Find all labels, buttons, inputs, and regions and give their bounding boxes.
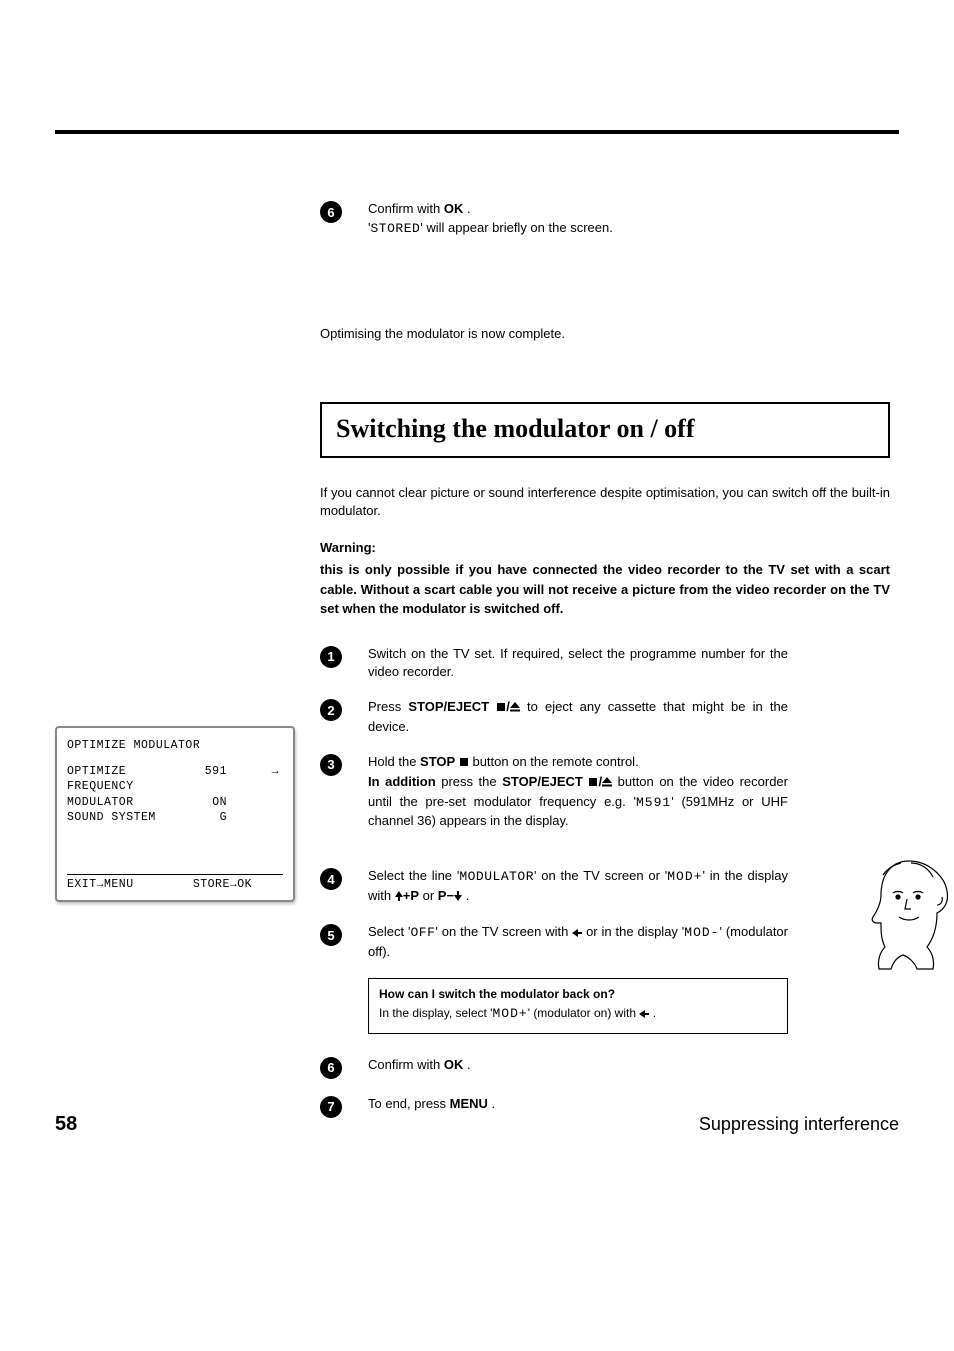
text: ' on the TV screen or ' [534, 868, 667, 883]
segment-display-text: MOD+ [667, 869, 702, 884]
tv-osd-box: OPTIMIZE MODULATOR OPTIMIZE FREQUENCY 59… [55, 726, 295, 902]
step-6: 6 Confirm with OK . [320, 1056, 890, 1079]
eject-icon [602, 774, 612, 793]
step-body: Select 'OFF' on the TV screen with or in… [368, 923, 788, 962]
tv-osd-footer-right: STORE→OK [193, 878, 252, 891]
step-badge: 6 [320, 201, 342, 223]
mono-text: MODULATOR [459, 869, 534, 884]
tv-osd-title: OPTIMIZE MODULATOR [67, 738, 283, 754]
mono-text: OFF [411, 925, 436, 940]
step-4: 4 Select the line 'MODULATOR' on the TV … [320, 867, 890, 907]
key-stop-eject: STOP/EJECT [502, 774, 583, 789]
text: ' on the TV screen with [435, 924, 572, 939]
warning-label: Warning: [320, 540, 376, 555]
key-menu: MENU [450, 1096, 488, 1111]
text: Press [368, 699, 408, 714]
key-ok: OK [444, 201, 464, 216]
text: . [653, 1006, 656, 1020]
text: press the [436, 774, 503, 789]
step-body: Press STOP/EJECT / to eject any cassette… [368, 698, 788, 737]
page-number: 58 [55, 1113, 77, 1136]
tv-osd-footer: EXIT→MENU STORE→OK [67, 877, 283, 893]
intro-para: If you cannot clear picture or sound int… [320, 484, 890, 522]
tv-osd-row: MODULATOR ON [67, 795, 283, 811]
step-2: 2 Press STOP/EJECT / to eject any casset… [320, 698, 890, 737]
step-badge: 5 [320, 924, 342, 946]
tv-osd-label: SOUND SYSTEM [67, 810, 197, 826]
text: . [488, 1096, 495, 1111]
tv-osd-arrow [227, 795, 283, 811]
key-p: P [410, 888, 419, 903]
text: Select ' [368, 924, 411, 939]
text: ' will appear briefly on the screen. [420, 220, 613, 235]
tv-osd-value: G [197, 810, 227, 826]
segment-display-text: MOD+ [492, 1006, 527, 1021]
step-3: 3 Hold the STOP button on the remote con… [320, 753, 890, 831]
section-title: Switching the modulator on / off [336, 414, 874, 444]
tv-osd-label: MODULATOR [67, 795, 197, 811]
key-stop: STOP [420, 754, 455, 769]
tv-osd-arrow [227, 810, 283, 826]
step-body: Switch on the TV set. If required, selec… [368, 645, 788, 683]
step-body: Confirm with OK . 'STORED' will appear b… [368, 200, 890, 239]
segment-display-text: MOD- [684, 925, 719, 940]
text: ' (modulator on) with [528, 1006, 640, 1020]
text: . [463, 201, 470, 216]
text: To end, press [368, 1096, 450, 1111]
step-body: Confirm with OK . [368, 1056, 890, 1075]
step-body: To end, press MENU . [368, 1095, 890, 1114]
text: . [466, 888, 470, 903]
tv-osd-divider [67, 874, 283, 875]
arrow-left-icon [639, 1006, 649, 1023]
note-body: In the display, select 'MOD+' (modulator… [379, 1005, 777, 1023]
page-footer: 58 Suppressing interference [55, 1113, 899, 1136]
arrow-up-icon [395, 888, 403, 907]
tv-osd-footer-left: EXIT→MENU [67, 878, 134, 891]
step-badge: 6 [320, 1057, 342, 1079]
tv-osd-value: ON [197, 795, 227, 811]
text-bold: In addition [368, 774, 436, 789]
mono-text: STORED [370, 221, 420, 236]
warning-para: this is only possible if you have connec… [320, 560, 890, 619]
step-top-6: 6 Confirm with OK . 'STORED' will appear… [320, 200, 890, 239]
tv-osd-value: 591 [197, 764, 227, 795]
stop-icon [588, 774, 598, 793]
tv-osd-row: SOUND SYSTEM G [67, 810, 283, 826]
stop-icon [459, 754, 469, 773]
text: or in the display ' [586, 924, 684, 939]
step-badge: 3 [320, 754, 342, 776]
key-stop-eject: STOP/EJECT [408, 699, 489, 714]
text: or [423, 888, 438, 903]
text: . [463, 1057, 470, 1072]
text: button on the remote control. [472, 754, 638, 769]
head-illustration [863, 855, 954, 990]
optimise-complete: Optimising the modulator is now complete… [320, 325, 890, 344]
eject-icon [510, 699, 520, 718]
text: Hold the [368, 754, 420, 769]
step-1: 1 Switch on the TV set. If required, sel… [320, 645, 890, 683]
step-5: 5 Select 'OFF' on the TV screen with or … [320, 923, 890, 962]
tv-osd-label: OPTIMIZE FREQUENCY [67, 764, 197, 795]
text: Confirm with [368, 201, 444, 216]
text: Confirm with [368, 1057, 444, 1072]
text: In the display, select ' [379, 1006, 492, 1020]
top-horizontal-rule [55, 130, 899, 134]
tv-osd-row: OPTIMIZE FREQUENCY 591 → [67, 764, 283, 795]
note-title: How can I switch the modulator back on? [379, 987, 777, 1001]
stop-icon [496, 699, 506, 718]
arrow-left-icon [572, 924, 582, 943]
step-badge: 2 [320, 699, 342, 721]
arrow-down-icon [454, 888, 462, 907]
tv-osd-arrow: → [227, 764, 283, 795]
text: Select the line ' [368, 868, 459, 883]
step-badge: 4 [320, 868, 342, 890]
step-badge: 1 [320, 646, 342, 668]
step-body: Hold the STOP button on the remote contr… [368, 753, 788, 831]
section-heading-box: Switching the modulator on / off [320, 402, 890, 458]
note-box: How can I switch the modulator back on? … [368, 978, 788, 1034]
chapter-title: Suppressing interference [699, 1114, 899, 1135]
key-ok: OK [444, 1057, 464, 1072]
segment-display-text: M591 [636, 795, 671, 810]
step-body: Select the line 'MODULATOR' on the TV sc… [368, 867, 788, 907]
